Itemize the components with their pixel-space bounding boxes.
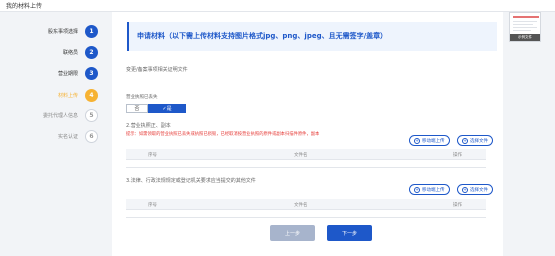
select-file-button[interactable]: + 选择文件 bbox=[457, 135, 493, 146]
step-item-1[interactable]: 股东事项选择 1 bbox=[48, 24, 98, 38]
doc-line bbox=[513, 24, 533, 25]
step-label: 实名认证 bbox=[57, 133, 78, 140]
mobile-upload-label: 移动端上传 bbox=[422, 187, 445, 193]
table-header: 序号 文件名 操作 bbox=[126, 199, 486, 210]
step-number: 5 bbox=[85, 108, 98, 122]
step-label: 营业期限 bbox=[57, 70, 78, 77]
section-3-label: 3.法律、行政法规规定或登记机关要求应当提交的其他文件 bbox=[126, 178, 256, 184]
section-1-label: 变更/备案事项相关证明文件 bbox=[126, 67, 188, 73]
mobile-upload-label: 移动端上传 bbox=[422, 138, 445, 144]
step-number: 3 bbox=[85, 66, 98, 80]
step-number: 6 bbox=[85, 129, 98, 143]
step-item-3[interactable]: 营业期限 3 bbox=[58, 66, 98, 80]
plus-icon: + bbox=[414, 137, 420, 144]
col-filename: 文件名 bbox=[294, 153, 308, 158]
step-item-5[interactable]: 委托代理人信息 5 bbox=[43, 108, 98, 122]
plus-icon: + bbox=[462, 137, 468, 144]
yes-no-toggle: 否 ✓是 bbox=[126, 104, 186, 113]
doc-line bbox=[513, 27, 537, 28]
select-file-label: 选择文件 bbox=[470, 138, 488, 144]
banner-text: 申请材料（以下需上传材料支持图片格式jpg、png、jpeg、且无需签字/盖章） bbox=[137, 32, 388, 40]
main-panel: 申请材料（以下需上传材料支持图片格式jpg、png、jpeg、且无需签字/盖章）… bbox=[112, 12, 503, 256]
col-index: 序号 bbox=[148, 203, 157, 208]
table-body bbox=[126, 210, 486, 218]
step-item-4[interactable]: 材料上传 4 bbox=[58, 88, 98, 102]
sample-document-thumbnail[interactable]: 示例文件 bbox=[509, 12, 541, 42]
top-bar: 我的材料上传 bbox=[0, 0, 555, 12]
step-number: 4 bbox=[85, 88, 98, 102]
option-no[interactable]: 否 bbox=[126, 104, 148, 113]
thumbnail-caption: 示例文件 bbox=[510, 34, 540, 41]
step-label: 委托代理人信息 bbox=[42, 112, 78, 119]
col-actions: 操作 bbox=[453, 203, 462, 208]
plus-icon: + bbox=[462, 186, 468, 193]
step-sidebar: 股东事项选择 1 联络员 2 营业期限 3 材料上传 4 委托代理人信息 5 实… bbox=[0, 12, 112, 256]
step-item-6[interactable]: 实名认证 6 bbox=[58, 129, 98, 143]
step-number: 2 bbox=[85, 45, 98, 59]
warning-text: 提示：如需领取的营业执照已丢失或执照已损毁，已经取消按营业执照的原件或副本扫描件… bbox=[126, 132, 320, 137]
question-label: 营业执照已丢失 bbox=[126, 95, 158, 100]
table-body bbox=[126, 160, 486, 168]
step-number: 1 bbox=[85, 24, 98, 38]
step-label: 联络员 bbox=[62, 49, 78, 56]
step-label: 股东事项选择 bbox=[47, 28, 78, 35]
col-actions: 操作 bbox=[453, 153, 462, 158]
col-filename: 文件名 bbox=[294, 203, 308, 208]
step-label: 材料上传 bbox=[57, 92, 78, 99]
plus-icon: + bbox=[414, 186, 420, 193]
doc-header-stripe bbox=[513, 16, 539, 18]
doc-line bbox=[513, 30, 531, 31]
prev-step-button[interactable]: 上一步 bbox=[270, 225, 315, 241]
option-yes[interactable]: ✓是 bbox=[148, 104, 186, 113]
mobile-upload-button[interactable]: + 移动端上传 bbox=[409, 184, 450, 195]
col-index: 序号 bbox=[148, 153, 157, 158]
doc-line bbox=[513, 21, 537, 22]
table-header: 序号 文件名 操作 bbox=[126, 149, 486, 160]
select-file-button[interactable]: + 选择文件 bbox=[457, 184, 493, 195]
next-step-button[interactable]: 下一步 bbox=[327, 225, 372, 241]
step-item-2[interactable]: 联络员 2 bbox=[63, 45, 98, 59]
select-file-label: 选择文件 bbox=[470, 187, 488, 193]
info-banner: 申请材料（以下需上传材料支持图片格式jpg、png、jpeg、且无需签字/盖章） bbox=[127, 22, 497, 51]
section-2-label: 2.营业执照正、副本 bbox=[126, 123, 171, 129]
app-title: 我的材料上传 bbox=[6, 3, 43, 10]
mobile-upload-button[interactable]: + 移动端上传 bbox=[409, 135, 450, 146]
